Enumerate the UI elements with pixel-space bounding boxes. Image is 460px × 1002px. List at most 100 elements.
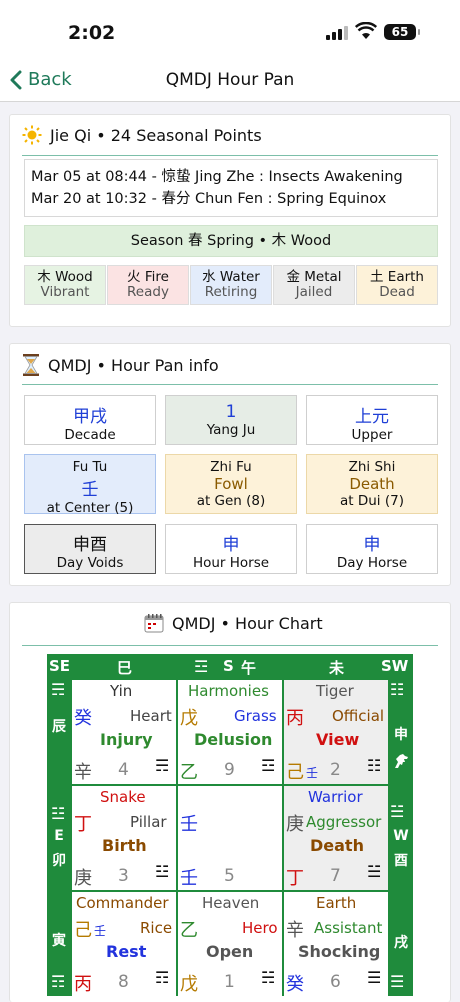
star: Official xyxy=(332,707,385,725)
palace-n[interactable]: Heaven 乙 Hero Open 戊 1 ☵ xyxy=(178,892,282,996)
day-voids-label: Day Voids xyxy=(56,555,124,571)
element-state: Retiring xyxy=(204,284,258,300)
solar-terms-list: Mar 05 at 08:44 - 惊蛰 Jing Zhe : Insects … xyxy=(24,159,438,217)
chart-title: QMDJ • Hour Chart xyxy=(144,613,323,633)
trigram-icon: ☰ xyxy=(367,968,381,987)
day-voids-value: 申酉 xyxy=(73,535,107,555)
palace-number: 7 xyxy=(330,866,341,886)
zhi-fu-location: at Gen (8) xyxy=(196,493,266,509)
jieqi-title-text: Jie Qi • 24 Seasonal Points xyxy=(50,125,262,145)
palace-s[interactable]: Harmonies 戊 Grass Delusion 乙 9 ☲ xyxy=(178,680,282,784)
trigram-icon: ☴ xyxy=(51,680,65,699)
heaven-stem: 丙 xyxy=(286,708,304,729)
day-horse-box: 申 Day Horse xyxy=(306,524,438,574)
status-bar: 2:02 65 xyxy=(0,0,460,64)
deity: Commander xyxy=(76,894,169,912)
hour-pan-info-card: QMDJ • Hour Pan info 甲戌 Decade 1 Yang Ju… xyxy=(9,343,451,586)
earth-stem: 丁 xyxy=(286,868,304,889)
palace-number: 1 xyxy=(224,972,235,992)
hour-horse-label: Hour Horse xyxy=(192,555,270,571)
branch-wu: 午 xyxy=(241,659,257,677)
element-state: Jailed xyxy=(295,284,333,300)
jieqi-card: Jie Qi • 24 Seasonal Points Mar 05 at 08… xyxy=(9,114,451,327)
trigram-icon: ☲ xyxy=(261,756,275,775)
door: Delusion xyxy=(194,730,273,749)
branch-mao: 卯 xyxy=(52,853,66,869)
hour-horse-value: 申 xyxy=(222,535,240,555)
trigram-icon: ☶ xyxy=(155,968,169,987)
day-voids-box: 申酉 Day Voids xyxy=(24,524,156,574)
day-horse-label: Day Horse xyxy=(336,555,408,571)
earth-stem-aux: 壬 xyxy=(306,766,319,780)
earth-stem: 壬 xyxy=(180,868,198,889)
signal-icon xyxy=(326,26,348,40)
trigram-icon: ☶ xyxy=(51,972,65,991)
door: Rest xyxy=(106,942,147,961)
calendar-icon xyxy=(144,614,164,633)
trigram-icon: ☷ xyxy=(367,756,381,775)
zhi-shi-value: Death xyxy=(349,475,395,493)
qmdj-chart: SE 巳 ☲ S 午 未 SW ☴ 辰 ☳ E 卯 寅 ☶ ☷ 申 ☱ W 酉 … xyxy=(47,654,413,996)
info-title-text: QMDJ • Hour Pan info xyxy=(48,355,219,375)
element-name: 土 Earth xyxy=(370,269,424,285)
horse-icon xyxy=(395,754,408,768)
star: Aggressor xyxy=(306,813,382,831)
palace-nw[interactable]: Earth 辛 Assistant Shocking 癸 6 ☰ xyxy=(284,892,388,996)
earth-stem: 己 xyxy=(286,762,304,783)
earth-stem: 辛 xyxy=(74,762,92,783)
door: Injury xyxy=(100,730,153,749)
zhi-shi-box: Zhi Shi Death at Dui (7) xyxy=(306,454,438,514)
branch-chen: 辰 xyxy=(52,719,66,735)
fu-tu-label: Fu Tu xyxy=(72,459,108,475)
palace-center[interactable]: 壬 壬 5 xyxy=(178,786,282,890)
trigram-icon: ☷ xyxy=(390,680,404,699)
palace-sw[interactable]: Tiger 丙 Official View 己 壬 2 ☷ xyxy=(284,680,388,784)
palace-ne[interactable]: Commander 己 壬 Rice Rest 丙 8 ☶ xyxy=(72,892,176,996)
heaven-stem-aux: 壬 xyxy=(94,924,107,938)
ju-value: 1 xyxy=(225,402,237,422)
fu-tu-box: Fu Tu 壬 at Center (5) xyxy=(24,454,156,516)
deity: Yin xyxy=(110,682,133,700)
element-fire: 火 Fire Ready xyxy=(107,265,189,305)
heaven-stem: 丁 xyxy=(74,814,92,835)
earth-stem: 庚 xyxy=(74,868,92,889)
palace-number: 8 xyxy=(118,972,129,992)
door: Birth xyxy=(102,836,147,855)
yuan-label: Upper xyxy=(351,427,393,443)
door: Death xyxy=(310,836,364,855)
chart-title-text: QMDJ • Hour Chart xyxy=(172,613,323,633)
direction-s: S xyxy=(223,657,234,675)
star: Hero xyxy=(242,919,278,937)
trigram-icon: ☵ xyxy=(261,968,275,987)
sun-icon xyxy=(22,125,42,145)
element-name: 金 Metal xyxy=(286,269,342,285)
branch-shen: 申 xyxy=(394,727,408,743)
heaven-stem: 壬 xyxy=(180,814,198,835)
heaven-stem: 乙 xyxy=(180,920,198,941)
decade-value: 甲戌 xyxy=(73,407,107,427)
wifi-icon xyxy=(355,22,377,39)
hourglass-icon xyxy=(23,354,39,376)
direction-e: E xyxy=(54,828,64,844)
heaven-stem: 辛 xyxy=(286,920,304,941)
navigation-bar: Back QMDJ Hour Pan xyxy=(0,64,460,102)
star: Pillar xyxy=(130,813,167,831)
ju-label: Yang Ju xyxy=(206,422,256,438)
branch-xu: 戌 xyxy=(394,935,408,951)
branch-si: 巳 xyxy=(117,659,133,677)
element-state: Dead xyxy=(379,284,415,300)
trigram-icon: ☰ xyxy=(390,972,404,991)
element-metal: 金 Metal Jailed xyxy=(273,265,355,305)
yuan-value: 上元 xyxy=(355,407,389,427)
palace-number: 4 xyxy=(118,760,129,780)
heaven-stem: 己 xyxy=(74,920,92,941)
palace-w[interactable]: Warrior 庚 Aggressor Death 丁 7 ☱ xyxy=(284,786,388,890)
deity: Harmonies xyxy=(188,682,269,700)
zhi-shi-location: at Dui (7) xyxy=(340,493,404,509)
palace-se[interactable]: Yin 癸 Heart Injury 辛 4 ☴ xyxy=(72,680,176,784)
battery-icon: 65 xyxy=(384,24,420,40)
clock: 2:02 xyxy=(68,22,116,44)
trigram-icon: ☳ xyxy=(155,862,169,881)
palace-e[interactable]: Snake 丁 Pillar Birth 庚 3 ☳ xyxy=(72,786,176,890)
heaven-stem: 庚 xyxy=(286,814,304,835)
